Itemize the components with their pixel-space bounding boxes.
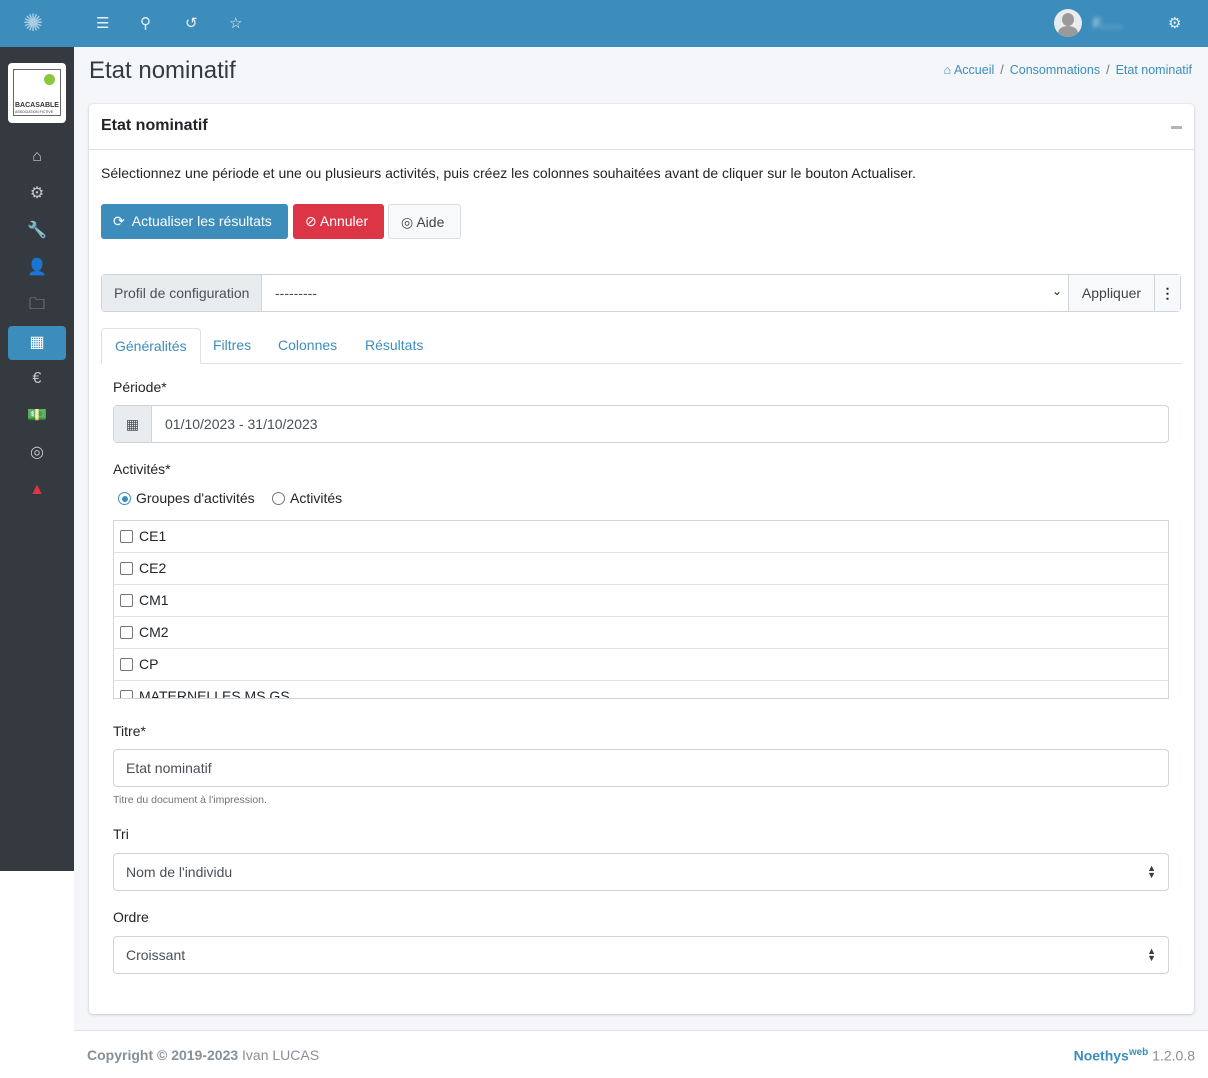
radio-groupes[interactable]: Groupes d'activités [118, 490, 255, 506]
ordre-label: Ordre [113, 909, 149, 925]
checkbox [120, 530, 133, 543]
home-icon: ⌂ [943, 63, 954, 77]
list-item[interactable]: CM1 [114, 585, 1168, 617]
tabs: Généralités Filtres Colonnes Résultats [101, 328, 1182, 364]
list-item[interactable]: CM2 [114, 617, 1168, 649]
tab-resultats[interactable]: Résultats [352, 328, 436, 364]
copyright: Copyright © 2019-2023 [87, 1047, 239, 1063]
association-logo[interactable]: BACASABLE ASSOCIATION FICTIVE [8, 63, 66, 123]
breadcrumb-accueil[interactable]: Accueil [954, 63, 994, 77]
sort-icon: ▲ ▼ [1147, 946, 1156, 963]
help-button[interactable]: ◎ Aide [388, 204, 461, 239]
card-title: Etat nominatif [89, 104, 1194, 150]
ban-icon: ⊘ [305, 213, 317, 229]
wrench-icon[interactable]: 🔧 [8, 214, 66, 248]
periode-field: ▦ 01/10/2023 - 31/10/2023 [113, 405, 1169, 443]
version: 1.2.0.8 [1152, 1047, 1195, 1064]
avatar[interactable] [1054, 9, 1082, 37]
apply-button[interactable]: Appliquer [1068, 275, 1154, 311]
checkbox [120, 562, 133, 575]
profile-config-group: Profil de configuration --------- ⌄ Appl… [101, 274, 1181, 312]
home-icon[interactable]: ⌂ [8, 140, 66, 174]
list-item[interactable]: CP [114, 649, 1168, 681]
activites-label: Activités* [113, 461, 171, 477]
calendar-icon[interactable]: ▦ [8, 326, 66, 360]
checkbox [120, 594, 133, 607]
tab-filtres[interactable]: Filtres [200, 328, 264, 364]
collapse-icon[interactable] [1171, 126, 1182, 129]
tab-colonnes[interactable]: Colonnes [265, 328, 350, 364]
search-icon[interactable]: ⚲ [140, 14, 151, 32]
tab-generalites[interactable]: Généralités [101, 328, 201, 364]
lifebuoy-icon: ◎ [401, 214, 414, 230]
calendar-icon[interactable]: ▦ [114, 406, 152, 442]
titre-help: Titre du document à l'impression. [113, 794, 267, 806]
sort-icon: ▲ ▼ [1147, 863, 1156, 880]
refresh-icon: ⟳ [113, 213, 125, 229]
list-item[interactable]: CE2 [114, 553, 1168, 585]
author: Ivan LUCAS [242, 1047, 320, 1063]
titre-input[interactable]: Etat nominatif [113, 749, 1169, 787]
user-name[interactable]: F...... [1093, 15, 1123, 31]
money-icon[interactable]: 💵 [8, 399, 66, 433]
activities-list[interactable]: CE1 CE2 CM1 CM2 CP MATERNELLES MS GS [113, 520, 1169, 699]
periode-input[interactable]: 01/10/2023 - 31/10/2023 [153, 406, 1168, 442]
breadcrumb: ⌂ Accueil / Consommations / Etat nominatif [943, 63, 1192, 77]
profile-label: Profil de configuration [102, 275, 262, 311]
sidebar: BACASABLE ASSOCIATION FICTIVE ⌂ ⚙ 🔧 👤 🗀 ▦… [0, 47, 74, 871]
list-item[interactable]: MATERNELLES MS GS [114, 681, 1168, 698]
euro-icon[interactable]: € [8, 362, 66, 396]
user-icon[interactable]: 👤 [8, 251, 66, 285]
lifebuoy-icon[interactable]: ◎ [8, 436, 66, 470]
page-title: Etat nominatif [89, 57, 236, 84]
brand-link[interactable]: Noethys [1074, 1048, 1129, 1064]
network-logo-icon[interactable]: ✺ [23, 9, 43, 38]
profile-select[interactable]: --------- [263, 275, 1068, 311]
checkbox [120, 690, 133, 698]
star-icon[interactable]: ☆ [229, 14, 242, 32]
more-options-icon[interactable]: ⋮ [1154, 275, 1180, 311]
tri-select[interactable]: Nom de l'individu ▲ ▼ [113, 853, 1169, 891]
checkbox [120, 658, 133, 671]
radio-activites[interactable]: Activités [272, 490, 342, 506]
gear-icon[interactable]: ⚙ [8, 177, 66, 211]
refresh-button[interactable]: ⟳ Actualiser les résultats [101, 204, 288, 239]
ordre-select[interactable]: Croissant ▲ ▼ [113, 936, 1169, 974]
tri-label: Tri [113, 826, 129, 842]
chevron-down-icon: ⌄ [1052, 284, 1063, 298]
list-item[interactable]: CE1 [114, 521, 1168, 553]
warning-icon[interactable]: ▲ [8, 473, 66, 507]
folder-icon[interactable]: 🗀 [8, 288, 66, 322]
cancel-button[interactable]: ⊘ Annuler [293, 204, 384, 239]
footer: Copyright © 2019-2023 Ivan LUCAS Noethys… [74, 1030, 1208, 1078]
top-navbar: ✺ ☰ ⚲ ↺ ☆ F...... ⚙ [0, 0, 1208, 47]
history-icon[interactable]: ↺ [185, 14, 198, 32]
intro-text: Sélectionnez une période et une ou plusi… [101, 165, 916, 181]
main-content: Etat nominatif ⌂ Accueil / Consommations / E… [74, 47, 1208, 1030]
bars-icon[interactable]: ☰ [96, 14, 109, 32]
breadcrumb-current[interactable]: Etat nominatif [1116, 63, 1192, 77]
breadcrumb-consommations[interactable]: Consommations [1010, 63, 1100, 77]
cogs-icon[interactable]: ⚙ [1168, 14, 1181, 32]
etat-nominatif-card: Etat nominatif Sélectionnez une période … [89, 104, 1194, 1014]
periode-label: Période* [113, 379, 167, 395]
titre-label: Titre* [113, 723, 146, 739]
checkbox [120, 626, 133, 639]
